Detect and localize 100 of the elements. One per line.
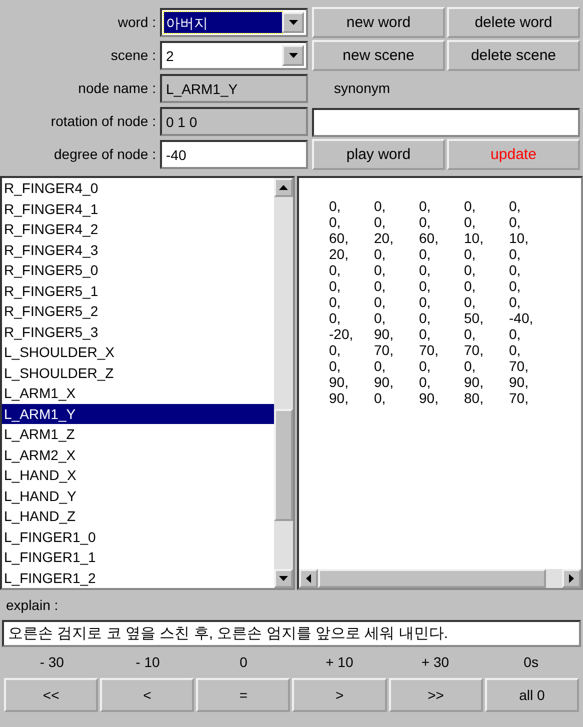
offset-label: 0s	[524, 653, 538, 672]
offset-label: - 30	[40, 653, 64, 672]
value-cell-text: 0,	[419, 374, 432, 390]
scroll-down-arrow-icon[interactable]	[279, 576, 288, 581]
value-cell-text: 0,	[509, 198, 522, 214]
scroll-left-arrow-icon[interactable]	[306, 574, 311, 583]
value-cell-text: 0,	[509, 326, 522, 342]
step-button[interactable]: all 0	[484, 678, 579, 712]
value-cell-text: -20,	[329, 326, 354, 342]
value-cell-text: 0,	[374, 358, 387, 374]
node-list-item[interactable]: L_FINGER1_1	[2, 547, 274, 568]
value-cell-text: 0,	[464, 358, 477, 374]
node-list-item[interactable]: R_FINGER4_3	[2, 240, 274, 260]
offset-label: - 10	[136, 653, 160, 672]
value-cell-text: 70,	[509, 358, 530, 374]
step-button[interactable]: >	[292, 678, 387, 712]
value-cell-text: 0,	[329, 198, 342, 214]
readonly-field: L_ARM1_Y	[160, 74, 308, 103]
value-cell-text: 0,	[329, 310, 342, 326]
value-cell-text: 0,	[509, 214, 522, 230]
node-list-item[interactable]: R_FINGER5_3	[2, 322, 274, 342]
node-list-item[interactable]: L_SHOULDER_Z	[2, 362, 274, 383]
value-cell-text: 20,	[329, 246, 350, 262]
value-cell-text: 0,	[329, 214, 342, 230]
value-cell-text: 0,	[464, 294, 477, 310]
value-cell-text: 0,	[419, 198, 432, 214]
step-button[interactable]: <<	[4, 678, 98, 712]
action-button[interactable]: play word	[312, 139, 445, 170]
action-button[interactable]: new scene	[312, 40, 445, 71]
explain-label: explain :	[6, 597, 58, 613]
node-list-item[interactable]: L_FINGER1_2	[2, 568, 274, 588]
node-list-item[interactable]: R_FINGER5_2	[2, 301, 274, 322]
value-cell-text: 0,	[464, 262, 477, 278]
node-list-item[interactable]: L_HAND_X	[2, 465, 274, 486]
value-cell-text: 0,	[509, 246, 522, 262]
input-field[interactable]: -40	[160, 140, 308, 169]
node-list-item[interactable]: L_ARM1_Z	[2, 424, 274, 444]
explain-field[interactable]: 오른손 검지로 코 옆을 스친 후, 오른손 엄지를 앞으로 세워 내민다.	[2, 620, 581, 647]
value-cell-text: 90,	[464, 374, 484, 390]
horizontal-scrollbar[interactable]	[299, 569, 581, 588]
step-button[interactable]: <	[100, 678, 194, 712]
value-cell-text: 0,	[509, 294, 522, 310]
node-list-item[interactable]: R_FINGER5_0	[2, 260, 274, 280]
value-cell-text: 0,	[374, 214, 387, 230]
value-cell-text: 0,	[419, 310, 432, 326]
value-cell-text: 0,	[374, 294, 387, 310]
node-list-item[interactable]: R_FINGER4_0	[2, 178, 274, 198]
value-cell-text: 90,	[329, 390, 350, 406]
value-cell-text: 20,	[374, 230, 394, 246]
value-cell-text: 0,	[419, 246, 432, 262]
value-cell-text: 0,	[329, 294, 342, 310]
value-cell-text: 70,	[374, 342, 394, 358]
readonly-field: 0 1 0	[160, 107, 308, 136]
action-button[interactable]: delete scene	[447, 40, 580, 71]
value-cell-text: 90,	[374, 374, 394, 390]
step-button[interactable]: =	[196, 678, 290, 712]
node-list-item[interactable]: L_SHOULDER_X	[2, 342, 274, 362]
node-list-item[interactable]: L_FINGER1_0	[2, 526, 274, 547]
value-cell-text: 0,	[419, 262, 432, 278]
synonym-field[interactable]	[312, 108, 580, 137]
node-list-item[interactable]: L_ARM2_X	[2, 444, 274, 465]
value-cell-text: 70,	[509, 390, 530, 406]
node-list-item[interactable]: R_FINGER4_1	[2, 198, 274, 219]
value-cell-text: 60,	[419, 230, 440, 246]
node-list-item[interactable]: L_HAND_Y	[2, 486, 274, 506]
action-button[interactable]: delete word	[447, 7, 580, 38]
value-cell-text: 0,	[419, 278, 432, 294]
value-cell-text: 10,	[509, 230, 530, 246]
scroll-right-arrow-icon[interactable]	[569, 574, 574, 583]
value-cell-text: 90,	[329, 374, 350, 390]
value-cell-text: 0,	[329, 278, 342, 294]
node-list-item[interactable]: L_HAND_Z	[2, 506, 274, 526]
node-list-item[interactable]: L_ARM1_X	[2, 383, 274, 404]
value-cell-text: 0,	[374, 198, 387, 214]
combo-box[interactable]: 아버지	[160, 8, 308, 37]
value-cell-text: 0,	[509, 262, 522, 278]
step-button[interactable]: >>	[388, 678, 483, 712]
value-cell-text: 0,	[419, 326, 432, 342]
vertical-scrollbar[interactable]	[274, 178, 293, 588]
combo-box[interactable]: 2	[160, 41, 308, 70]
synonym-label: synonym	[333, 79, 390, 98]
node-list-item[interactable]: L_ARM1_Y	[2, 404, 274, 424]
value-cell-text: 10,	[464, 230, 484, 246]
scroll-up-arrow-icon[interactable]	[279, 185, 288, 190]
value-cell-text: 0,	[374, 262, 387, 278]
value-cell-text: 0,	[464, 214, 477, 230]
value-cell-text: 90,	[509, 374, 530, 390]
value-cell-text: 70,	[419, 342, 440, 358]
value-cell-text: 0,	[419, 294, 432, 310]
value-cell-text: 90,	[374, 326, 394, 342]
action-button[interactable]: new word	[312, 7, 445, 38]
offset-label: + 30	[421, 653, 450, 672]
offset-label: 0	[240, 653, 248, 672]
value-cell-text: 0,	[419, 214, 432, 230]
node-list-item[interactable]: R_FINGER4_2	[2, 219, 274, 240]
value-cell-text: 0,	[509, 278, 522, 294]
value-cell-text: 90,	[419, 390, 440, 406]
node-list-item[interactable]: R_FINGER5_1	[2, 280, 274, 301]
value-cell-text: 0,	[509, 342, 522, 358]
value-cell-text: 0,	[329, 262, 342, 278]
